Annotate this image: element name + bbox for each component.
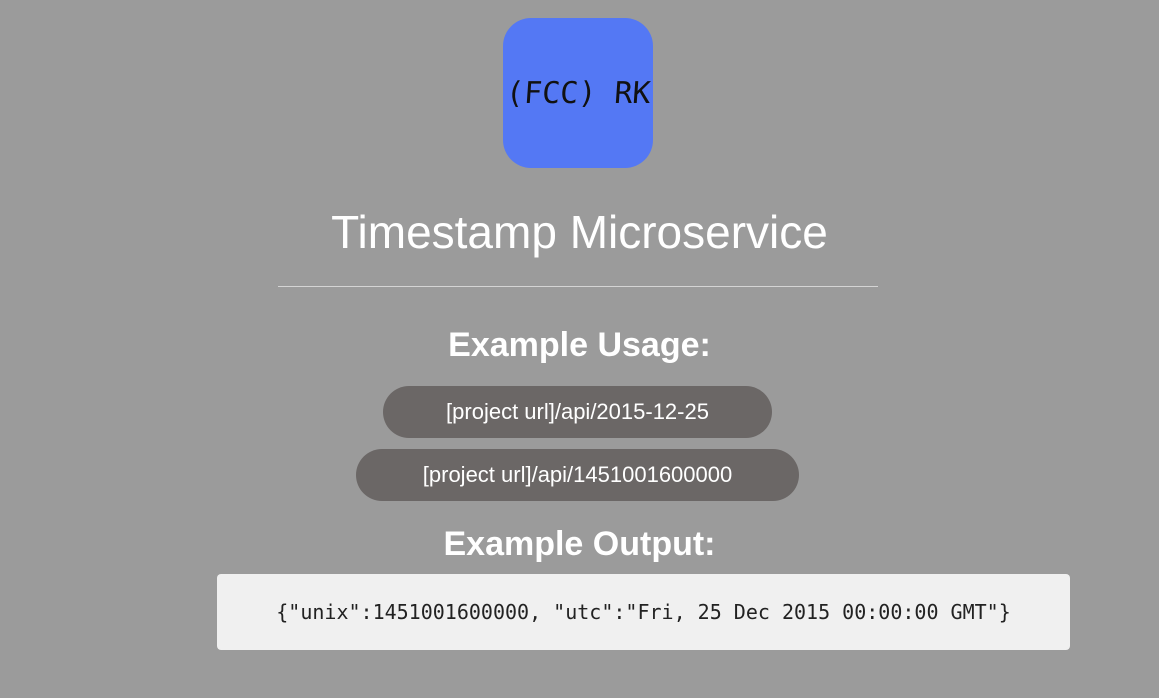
example-usage-heading: Example Usage: — [448, 326, 711, 364]
divider — [278, 286, 878, 287]
logo: (FCC) RK — [503, 18, 653, 168]
example-url-unix-link[interactable]: [project url]/api/1451001600000 — [356, 449, 799, 501]
example-output-box: {"unix":1451001600000, "utc":"Fri, 25 De… — [217, 574, 1070, 650]
logo-text: (FCC) RK — [504, 75, 652, 111]
example-output-heading: Example Output: — [443, 525, 716, 563]
example-output-code: {"unix":1451001600000, "utc":"Fri, 25 De… — [276, 600, 1011, 624]
example-url-date-link[interactable]: [project url]/api/2015-12-25 — [383, 386, 772, 438]
page-title: Timestamp Microservice — [331, 206, 828, 258]
